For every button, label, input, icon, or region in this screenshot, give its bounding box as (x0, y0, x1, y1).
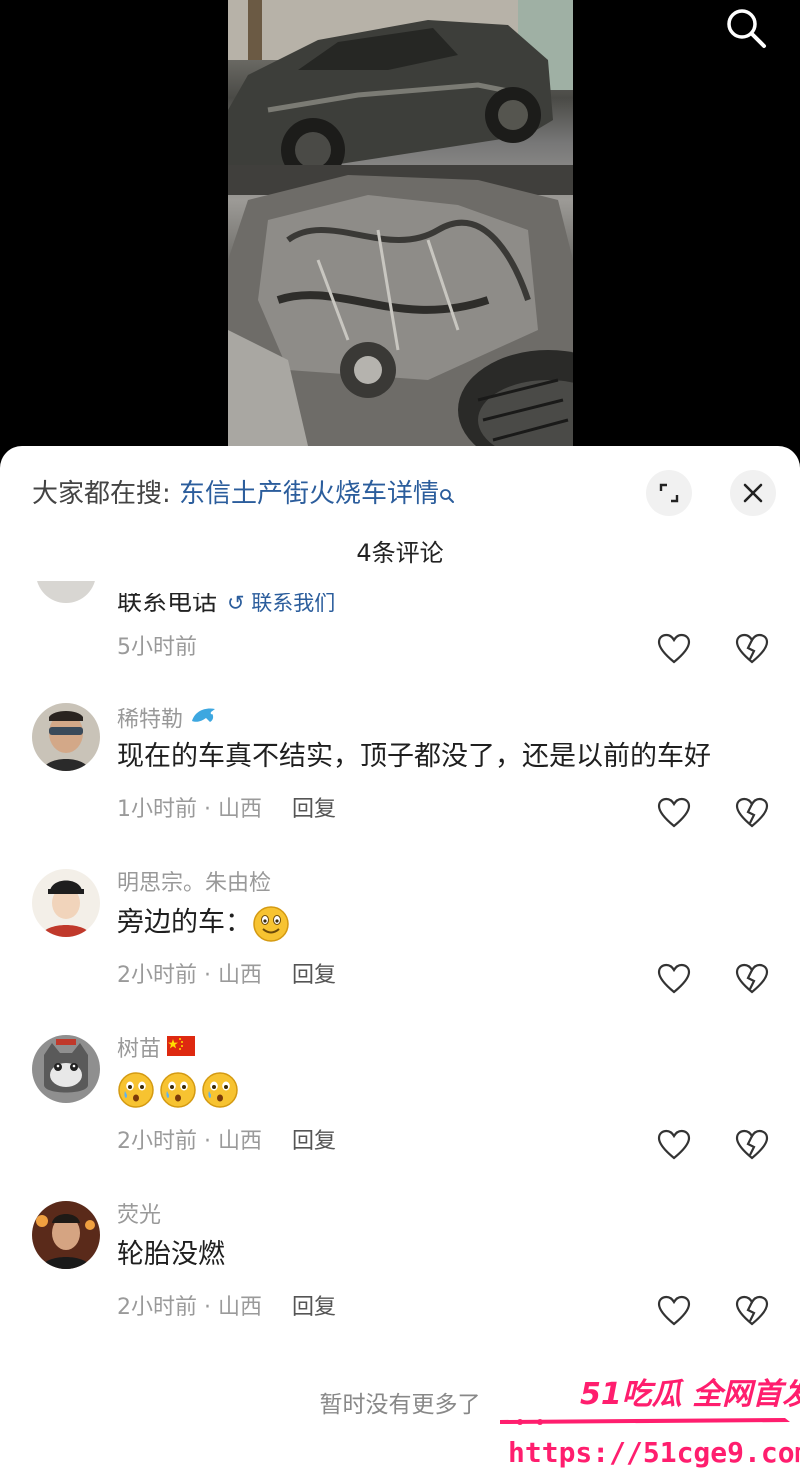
comment-list[interactable]: 联系电话 ↺ 联系我们 5小时前 稀特勒 现在的车真不结实，顶子都没了，还是以前的… (0, 581, 800, 1381)
dislike-broken-heart-icon[interactable] (735, 797, 769, 829)
watermark-line2: https://51cge9.com (508, 1436, 800, 1469)
username[interactable]: 荧光 (117, 1201, 161, 1231)
video-player[interactable] (0, 0, 800, 460)
comment-time: 2小时前 · 山西 (117, 963, 262, 988)
reply-button[interactable]: 回复 (292, 1129, 336, 1154)
suggestion-prefix: 大家都在搜: (32, 479, 180, 509)
comment-time: 2小时前 · 山西 (117, 1295, 262, 1320)
comment-time: 2小时前 · 山西 (117, 1129, 262, 1154)
like-heart-icon[interactable] (657, 797, 691, 829)
comment-text: 现在的车真不结实，顶子都没了，还是以前的车好 (117, 741, 711, 772)
avatar[interactable] (36, 581, 96, 603)
dislike-broken-heart-icon[interactable] (735, 633, 769, 665)
watermark-logo: 51吃瓜 全网首发 https://51cge9.com (500, 1362, 800, 1475)
expand-icon (659, 483, 679, 503)
burned-car-illustration (228, 0, 573, 446)
comment-text: 旁边的车： (117, 903, 294, 943)
dolphin-badge-icon (189, 703, 219, 738)
reply-button[interactable]: 回复 (292, 797, 336, 822)
video-frame-burned-car (228, 0, 573, 446)
expand-button[interactable] (646, 470, 692, 516)
comment-item: 荧光 轮胎没燃 2小时前 · 山西 回复 (0, 1201, 800, 1367)
comment-item: 树苗 2小时前 · 山西 回复 (0, 1035, 800, 1201)
comment-item-partial: 联系电话 ↺ 联系我们 5小时前 (0, 581, 800, 696)
username[interactable]: 明思宗。朱由检 (117, 869, 271, 899)
search-small-icon (439, 478, 455, 503)
username-text: 稀特勒 (117, 707, 184, 733)
comment-text-main: 联系电话 (117, 587, 218, 616)
grin-emoji-icon (252, 905, 290, 943)
comment-meta: 2小时前 · 山西 回复 (117, 1293, 336, 1323)
dislike-broken-heart-icon[interactable] (735, 963, 769, 995)
close-button[interactable] (730, 470, 776, 516)
like-heart-icon[interactable] (657, 1295, 691, 1327)
avatar[interactable] (32, 703, 100, 771)
comment-text: 联系电话 ↺ 联系我们 (117, 587, 336, 620)
comment-time: 1小时前 · 山西 (117, 797, 262, 822)
avatar[interactable] (32, 1201, 100, 1269)
china-flag-icon (167, 1035, 196, 1065)
dislike-broken-heart-icon[interactable] (735, 1295, 769, 1327)
contact-link-label: 联系我们 (251, 591, 336, 615)
like-heart-icon[interactable] (657, 1129, 691, 1161)
crying-face-emoji-icon (201, 1071, 239, 1109)
crying-face-emoji-icon (117, 1071, 155, 1109)
dislike-broken-heart-icon[interactable] (735, 1129, 769, 1161)
comment-meta: 1小时前 · 山西 回复 (117, 795, 336, 825)
like-heart-icon[interactable] (657, 633, 691, 665)
comment-time: 5小时前 (117, 635, 197, 660)
watermark-line1: 51吃瓜 全网首发 (580, 1377, 800, 1412)
comment-text (117, 1069, 243, 1109)
comment-meta: 2小时前 · 山西 回复 (117, 1127, 336, 1157)
comment-item: 明思宗。朱由检 旁边的车： 2小时前 · 山西 回复 (0, 869, 800, 1035)
suggestion-link[interactable]: 东信土产街火烧车详情 (179, 479, 439, 509)
comment-text-main: 旁边的车： (117, 907, 252, 938)
crying-face-emoji-icon (159, 1071, 197, 1109)
reply-button[interactable]: 回复 (292, 963, 336, 988)
avatar[interactable] (32, 869, 100, 937)
comment-count: 4条评论 (356, 539, 444, 567)
username-text: 树苗 (117, 1037, 162, 1062)
username[interactable]: 树苗 (117, 1035, 196, 1065)
comment-text: 轮胎没燃 (117, 1239, 225, 1270)
comment-meta: 2小时前 · 山西 回复 (117, 961, 336, 991)
search-suggestion[interactable]: 大家都在搜: 东信土产街火烧车详情 (32, 476, 455, 512)
close-icon (743, 483, 763, 503)
search-icon[interactable] (724, 6, 768, 50)
comment-sheet: 大家都在搜: 东信土产街火烧车详情 4条评论 联系电话 ↺ 联系我们 5小时前 (0, 446, 800, 1475)
avatar[interactable] (32, 1035, 100, 1103)
comment-item: 稀特勒 现在的车真不结实，顶子都没了，还是以前的车好 1小时前 · 山西 回复 (0, 703, 800, 869)
link-icon: ↺ (227, 591, 252, 615)
like-heart-icon[interactable] (657, 963, 691, 995)
contact-link[interactable]: ↺ 联系我们 (227, 591, 336, 615)
reply-button[interactable]: 回复 (292, 1295, 336, 1320)
username[interactable]: 稀特勒 (117, 703, 219, 738)
sheet-header: 大家都在搜: 东信土产街火烧车详情 (0, 446, 800, 536)
